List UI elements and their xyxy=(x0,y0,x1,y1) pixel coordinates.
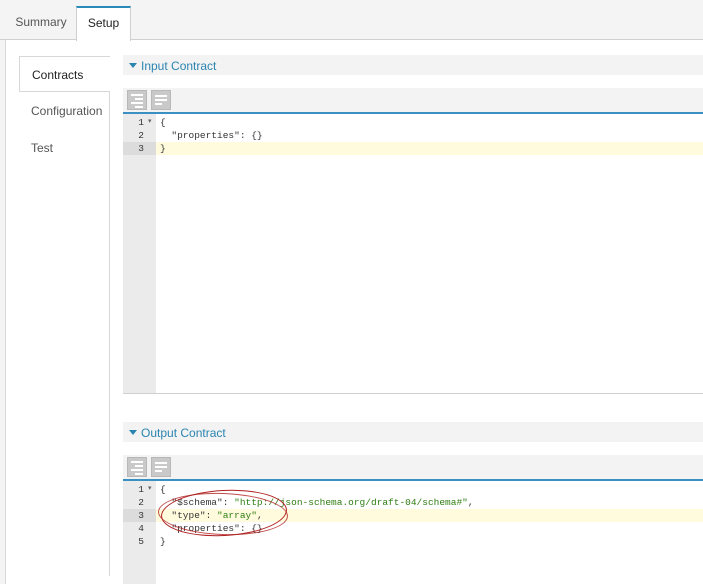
line-number-gutter xyxy=(123,114,156,393)
side-nav: Contracts Configuration Test xyxy=(19,56,110,576)
nav-item-configuration[interactable]: Configuration xyxy=(19,93,109,129)
tab-setup[interactable]: Setup xyxy=(76,6,131,41)
input-contract-editor[interactable]: 1 ▾ { 2 "properties": {} 3 } xyxy=(123,114,703,393)
collapse-caret-icon xyxy=(129,63,137,69)
output-contract-title: Output Contract xyxy=(141,425,226,440)
compact-button[interactable] xyxy=(151,457,171,477)
code-line: 5 } xyxy=(138,536,166,547)
collapse-caret-icon xyxy=(129,430,137,436)
nav-item-contracts[interactable]: Contracts xyxy=(19,56,110,92)
output-editor-toolbar xyxy=(123,455,703,481)
input-editor-toolbar xyxy=(123,88,703,114)
code-line: 1 ▾ { xyxy=(138,116,166,129)
tab-bar: Summary Setup xyxy=(0,0,703,41)
compact-button[interactable] xyxy=(151,90,171,110)
input-contract-title: Input Contract xyxy=(141,58,217,73)
format-button[interactable] xyxy=(127,457,147,477)
fold-arrow-icon[interactable]: ▾ xyxy=(148,116,152,129)
input-contract-header[interactable]: Input Contract xyxy=(123,55,703,75)
format-button[interactable] xyxy=(127,90,147,110)
nav-item-test[interactable]: Test xyxy=(19,130,109,166)
code-line-active: 3 } xyxy=(123,142,703,155)
code-line: 2 "properties": {} xyxy=(138,130,263,141)
editor-bottom-border xyxy=(123,393,703,394)
output-contract-header[interactable]: Output Contract xyxy=(123,422,703,442)
fold-arrow-icon[interactable]: ▾ xyxy=(148,483,152,496)
tab-summary[interactable]: Summary xyxy=(6,6,76,40)
